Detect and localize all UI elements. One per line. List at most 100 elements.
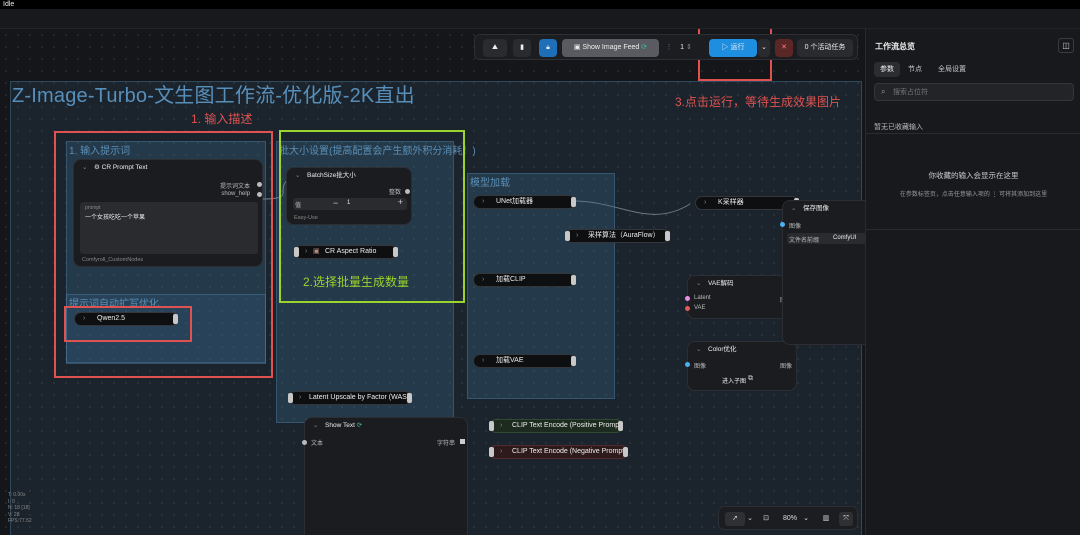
chevron-icon: › xyxy=(500,448,503,455)
node-show-text[interactable]: ⌄ Show Text ⟳ 文本 字符串 xyxy=(302,417,468,535)
annotation-step3: 3.点击运行，等待生成效果图片 xyxy=(675,95,842,109)
workflow-canvas[interactable]: Z-Image-Turbo-文生图工作流-优化版-2K直出 1. 输入提示词 提… xyxy=(0,29,865,535)
menu-bar xyxy=(0,9,1080,29)
stat-line: N: 18 [18] xyxy=(8,505,30,511)
link-icon: ⟳ xyxy=(639,44,648,51)
node-title: Show Text xyxy=(325,422,355,429)
chevron-down-icon[interactable]: ⌄ xyxy=(801,512,811,526)
node-unet-loader[interactable]: › UNet加载器 xyxy=(473,195,576,209)
tab-global-settings[interactable]: 全局设置 xyxy=(938,62,966,77)
annotation-step2: 2.选择批量生成数量 xyxy=(303,275,410,289)
collapse-handle[interactable] xyxy=(571,275,576,285)
input-label: 图像 xyxy=(789,224,802,230)
tab-nodes[interactable]: 节点 xyxy=(908,62,922,77)
chevron-icon: › xyxy=(299,394,302,401)
batch-count[interactable]: 1 ⇕ xyxy=(675,39,697,57)
show-image-feed-button[interactable]: ▣ Show Image Feed ⟳ xyxy=(562,39,659,57)
search-icon: ⌕ xyxy=(881,87,886,96)
node-title: VAE解码 xyxy=(708,280,734,287)
run-options-chevron-icon[interactable]: ⌄ xyxy=(758,39,770,57)
active-tasks[interactable]: 0 个活动任务 xyxy=(797,39,853,57)
node-clip-negative[interactable]: › CLIP Text Encode (Negative Prompt) xyxy=(489,445,628,459)
annotation-box-qwen xyxy=(64,306,192,342)
collapse-handle[interactable] xyxy=(618,421,623,431)
node-load-vae[interactable]: › 加载VAE xyxy=(473,354,576,368)
zoom-level[interactable]: 80% xyxy=(777,512,803,526)
filename-prefix-field[interactable]: 文件名前缀 ComfyUI xyxy=(787,233,865,244)
collapse-handle[interactable] xyxy=(565,231,570,241)
drag-handle-icon[interactable]: ⋮ xyxy=(665,39,673,57)
node-load-clip[interactable]: › 加载CLIP xyxy=(473,273,576,287)
chevron-down-icon[interactable]: ⌄ xyxy=(313,418,318,434)
collapse-handle[interactable] xyxy=(665,231,670,241)
field-value: ComfyUI xyxy=(833,235,857,241)
links-toggle-icon[interactable]: ⤧ xyxy=(839,512,853,526)
enter-subgraph-button[interactable]: 进入子图 xyxy=(722,376,746,385)
map-icon[interactable]: ▥ xyxy=(819,512,833,526)
input-port[interactable] xyxy=(302,440,307,445)
node-title: 保存图像 xyxy=(803,205,829,212)
pointer-icon[interactable]: ➚ xyxy=(725,512,745,526)
lock-icon[interactable]: 🔒︎ xyxy=(539,39,557,57)
output-port[interactable] xyxy=(460,439,465,444)
node-clip-positive[interactable]: › CLIP Text Encode (Positive Prompt) xyxy=(489,419,623,433)
run-button[interactable]: ▷ 运行 xyxy=(709,39,757,57)
input-label: 文本 xyxy=(311,441,324,447)
collapse-handle[interactable] xyxy=(407,393,412,403)
subgraph-icon: ⧉ xyxy=(748,375,753,382)
chevron-down-icon[interactable]: ⌄ xyxy=(791,201,796,217)
input-port[interactable] xyxy=(780,222,785,227)
collapse-handle[interactable] xyxy=(489,447,494,457)
annotation-step1: 1. 输入描述 xyxy=(191,112,253,126)
input-label: Latent xyxy=(694,295,711,301)
panel-toggle-icon[interactable]: ◫ xyxy=(1058,38,1074,53)
divider xyxy=(866,133,1080,134)
chevron-icon: › xyxy=(482,276,485,283)
chevron-icon: › xyxy=(482,198,485,205)
node-color-optimize[interactable]: ⌄ Color优化 图像 图像 进入子图 ⧉ xyxy=(685,341,797,391)
input-label: VAE xyxy=(694,305,706,311)
collapse-handle[interactable] xyxy=(571,356,576,366)
output-label: 字符串 xyxy=(436,441,455,447)
node-title: CLIP Text Encode (Negative Prompt) xyxy=(512,448,627,455)
node-save-image[interactable]: ⌄ 保存图像 图像 文件名前缀 ComfyUI xyxy=(780,200,865,345)
group-title: 模型加载 xyxy=(470,178,510,189)
panel-title: 工作流总览 xyxy=(875,42,915,51)
output-label: 图像 xyxy=(779,364,792,370)
button-label: 运行 xyxy=(730,44,745,51)
favorites-section-title: 暂无已收藏输入 xyxy=(874,124,923,131)
chevron-icon: › xyxy=(500,422,503,429)
search-input[interactable] xyxy=(893,86,1069,98)
node-title: 加载CLIP xyxy=(496,276,526,283)
logo-icon[interactable]: ⛰ xyxy=(483,39,507,57)
workflow-overview-panel: 工作流总览 ◫ 参数 节点 全局设置 ⌕ 暂无已收藏输入 你收藏的输入会显示在这… xyxy=(865,29,1080,535)
collapse-handle[interactable] xyxy=(489,421,494,431)
node-title: UNet加载器 xyxy=(496,198,533,205)
search-field[interactable]: ⌕ xyxy=(874,83,1074,101)
stepper-icon: ⇕ xyxy=(684,44,692,51)
collapse-handle[interactable] xyxy=(623,447,628,457)
zoom-toolbar: ➚ ⌄ ⊡ 80% ⌄ ▥ ⤧ xyxy=(718,506,858,530)
collapse-handle[interactable] xyxy=(288,393,293,403)
bookmark-icon[interactable]: ▮ xyxy=(513,39,531,57)
node-vae-decode[interactable]: ⌄VAE解码 Latent 图像 VAE xyxy=(685,275,797,319)
link-icon: ⟳ xyxy=(354,422,363,429)
cancel-icon[interactable]: ✕ xyxy=(775,39,793,57)
node-title: K采样器 xyxy=(718,199,744,206)
empty-state-description: 在参数标签页，点击任意输入项的 ⋮ 可将其添加到这里 xyxy=(899,192,1048,198)
chevron-down-icon[interactable]: ⌄ xyxy=(696,342,701,358)
input-port[interactable] xyxy=(685,362,690,367)
node-sampling-auraflow[interactable]: › 采样算法（AuraFlow） xyxy=(565,229,670,243)
collapse-handle[interactable] xyxy=(571,197,576,207)
divider xyxy=(866,229,1080,230)
chevron-down-icon[interactable]: ⌄ xyxy=(745,512,755,526)
tab-params[interactable]: 参数 xyxy=(874,62,900,77)
input-label: 图像 xyxy=(694,364,707,370)
node-latent-upscale[interactable]: › Latent Upscale by Factor (WAS) xyxy=(288,391,412,405)
chevron-down-icon[interactable]: ⌄ xyxy=(696,276,701,292)
input-port[interactable] xyxy=(685,296,690,301)
fit-view-icon[interactable]: ⊡ xyxy=(759,512,773,526)
field-label: 文件名前缀 xyxy=(789,238,820,244)
input-port[interactable] xyxy=(685,306,690,311)
node-header: ⌄ VAE解码 xyxy=(688,276,796,292)
